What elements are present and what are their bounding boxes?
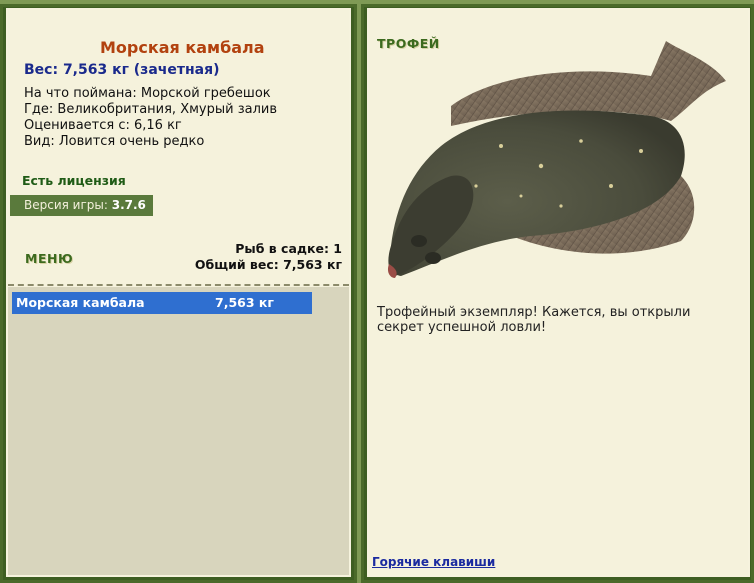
catch-list	[8, 287, 349, 575]
divider	[8, 284, 349, 286]
total-weight: Общий вес: 7,563 кг	[194, 257, 342, 272]
rating-info: Оценивается с: 6,16 кг	[24, 118, 182, 133]
version-label: Версия игры:	[24, 198, 108, 212]
fish-weight: Вес: 7,563 кг (зачетная)	[24, 62, 220, 78]
list-item-weight: 7,563 кг	[215, 295, 274, 310]
game-version: Версия игры: 3.7.6	[10, 195, 153, 216]
location-info: Где: Великобритания, Хмурый залив	[24, 102, 277, 117]
bait-info: На что поймана: Морской гребешок	[24, 86, 271, 101]
rarity-info: Вид: Ловится очень редко	[24, 134, 205, 149]
hotkeys-link[interactable]: Горячие клавиши	[372, 555, 495, 569]
fish-count: Рыб в садке: 1	[235, 241, 342, 256]
version-value: 3.7.6	[111, 198, 146, 212]
trophy-description: Трофейный экземпляр! Кажется, вы открыли…	[377, 305, 691, 335]
list-item-name: Морская камбала	[16, 295, 145, 310]
license-status: Есть лицензия	[22, 173, 126, 188]
list-item[interactable]: Морская камбала 7,563 кг	[12, 292, 312, 314]
flounder-image	[387, 41, 726, 278]
fish-name: Морская камбала	[100, 38, 265, 57]
menu-button[interactable]: МЕНЮ	[25, 251, 73, 266]
